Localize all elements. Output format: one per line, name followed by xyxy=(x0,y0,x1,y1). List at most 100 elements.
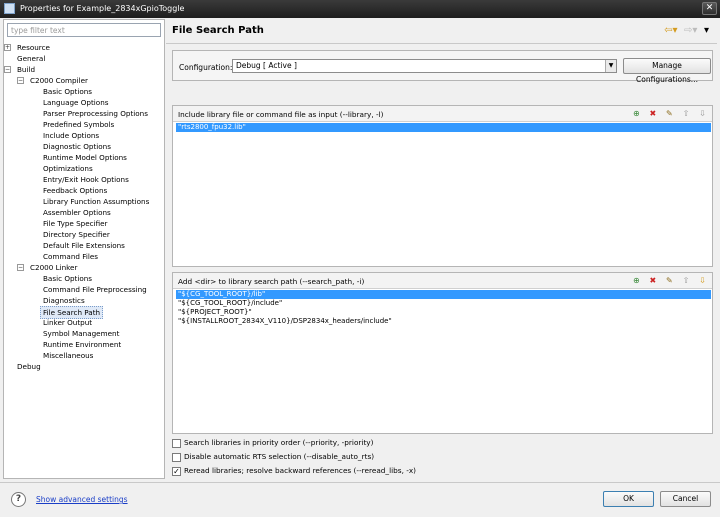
cancel-button[interactable]: Cancel xyxy=(660,491,711,507)
linker-options: Search libraries in priority order (--pr… xyxy=(172,437,416,479)
tree-item[interactable]: File Search Path xyxy=(4,306,164,319)
tree-item[interactable]: Directory Specifier xyxy=(4,229,164,240)
window-title: Properties for Example_2834xGpioToggle xyxy=(20,4,185,13)
header-divider xyxy=(166,43,717,44)
tree-item-label: Symbol Management xyxy=(43,329,120,338)
tree-item[interactable]: Diagnostics xyxy=(4,295,164,306)
tree-item[interactable]: Feedback Options xyxy=(4,185,164,196)
tree-item-label: Miscellaneous xyxy=(43,351,94,360)
list-item[interactable]: "${PROJECT_ROOT}" xyxy=(176,308,711,317)
reread-libs-checkbox-row[interactable]: ✓ Reread libraries; resolve backward refe… xyxy=(172,465,416,479)
tree-item[interactable]: Assembler Options xyxy=(4,207,164,218)
filter-input[interactable] xyxy=(7,23,161,37)
back-icon[interactable]: ⇦▾ xyxy=(664,25,677,36)
include-library-panel: Include library file or command file as … xyxy=(172,105,713,267)
edit-icon[interactable]: ✎ xyxy=(664,108,675,119)
tree-item[interactable]: + Resource xyxy=(4,42,164,53)
page-header: File Search Path ⇦▾ ⇨▾ ▾ xyxy=(166,19,717,43)
tree-item-label: Command File Preprocessing xyxy=(43,285,147,294)
tree-item-label: Default File Extensions xyxy=(43,241,125,250)
menu-icon[interactable]: ▾ xyxy=(704,25,709,36)
tree-item[interactable]: Include Options xyxy=(4,130,164,141)
configuration-label: Configuration: xyxy=(179,63,233,72)
tree-item[interactable]: Entry/Exit Hook Options xyxy=(4,174,164,185)
main-panel: File Search Path ⇦▾ ⇨▾ ▾ Configuration: … xyxy=(166,19,717,479)
forward-icon[interactable]: ⇨▾ xyxy=(684,25,697,36)
tree-item-label: C2000 Linker xyxy=(30,263,78,272)
tree-item[interactable]: File Type Specifier xyxy=(4,218,164,229)
dialog-footer: ? Show advanced settings OK Cancel xyxy=(0,482,720,517)
tree-item[interactable]: Debug xyxy=(4,361,164,372)
close-button[interactable]: ✕ xyxy=(702,2,717,15)
tree-item[interactable]: Command Files xyxy=(4,251,164,262)
tree-item-label: Linker Output xyxy=(43,318,93,327)
search-path-header: Add <dir> to library search path (--sear… xyxy=(173,273,712,289)
tree-item[interactable]: Command File Preprocessing xyxy=(4,284,164,295)
tree-item[interactable]: Default File Extensions xyxy=(4,240,164,251)
delete-icon[interactable]: ✖ xyxy=(647,108,658,119)
tree-item-label: Debug xyxy=(17,362,41,371)
list-item[interactable]: "${INSTALLROOT_2834X_V110}/DSP2834x_head… xyxy=(176,317,711,326)
tree-item[interactable]: − C2000 Linker xyxy=(4,262,164,273)
tree-item[interactable]: Optimizations xyxy=(4,163,164,174)
move-up-icon[interactable]: ⇧ xyxy=(680,108,691,119)
tree-item[interactable]: Library Function Assumptions xyxy=(4,196,164,207)
tree-item[interactable]: Runtime Model Options xyxy=(4,152,164,163)
tree-item[interactable]: Symbol Management xyxy=(4,328,164,339)
tree-item-label: Library Function Assumptions xyxy=(43,197,150,206)
sidebar: +ResourceGeneral−Build−C2000 CompilerBas… xyxy=(3,19,165,479)
search-path-toolbar: ⊕ ✖ ✎ ⇧ ⇩ xyxy=(628,275,708,286)
ok-button[interactable]: OK xyxy=(603,491,654,507)
tree-item-label: Language Options xyxy=(43,98,109,107)
tree-item-label: Assembler Options xyxy=(43,208,111,217)
include-library-header: Include library file or command file as … xyxy=(173,106,712,122)
tree-item[interactable]: Runtime Environment xyxy=(4,339,164,350)
expand-toggle-icon[interactable]: − xyxy=(17,77,24,84)
expand-toggle-icon[interactable]: − xyxy=(4,66,11,73)
add-icon[interactable]: ⊕ xyxy=(631,275,642,286)
chevron-down-icon[interactable]: ▼ xyxy=(605,60,616,72)
disable-auto-rts-checkbox[interactable] xyxy=(172,452,181,462)
tree-item[interactable]: Diagnostic Options xyxy=(4,141,164,152)
tree-item[interactable]: Predefined Symbols xyxy=(4,119,164,130)
tree-item[interactable]: Basic Options xyxy=(4,86,164,97)
tree-item-label: Command Files xyxy=(43,252,98,261)
tree-item[interactable]: − C2000 Compiler xyxy=(4,75,164,86)
tree-item[interactable]: Linker Output xyxy=(4,317,164,328)
priority-checkbox[interactable] xyxy=(172,438,181,448)
tree-item[interactable]: Basic Options xyxy=(4,273,164,284)
configuration-group: Configuration: Debug [ Active ] ▼ Manage… xyxy=(172,50,713,84)
list-item[interactable]: "${CG_TOOL_ROOT}/include" xyxy=(176,299,711,308)
tree-item[interactable]: General xyxy=(4,53,164,64)
list-item[interactable]: "rts2800_fpu32.lib" xyxy=(176,123,711,132)
page-title: File Search Path xyxy=(172,25,264,36)
tree-item-label: Directory Specifier xyxy=(43,230,110,239)
configuration-select[interactable]: Debug [ Active ] ▼ xyxy=(232,59,617,73)
disable-auto-rts-checkbox-row[interactable]: Disable automatic RTS selection (--disab… xyxy=(172,451,416,465)
tree-item[interactable]: Miscellaneous xyxy=(4,350,164,361)
search-path-title: Add <dir> to library search path (--sear… xyxy=(178,277,365,286)
tree-item-label: Include Options xyxy=(43,131,100,140)
priority-checkbox-row[interactable]: Search libraries in priority order (--pr… xyxy=(172,437,416,451)
tree-item-label: Build xyxy=(17,65,36,74)
tree-item-label: Runtime Environment xyxy=(43,340,122,349)
reread-libs-checkbox[interactable]: ✓ xyxy=(172,466,181,476)
move-up-icon[interactable]: ⇧ xyxy=(680,275,691,286)
move-down-icon[interactable]: ⇩ xyxy=(697,108,708,119)
move-down-icon[interactable]: ⇩ xyxy=(697,275,708,286)
tree-item-label: C2000 Compiler xyxy=(30,76,88,85)
tree-item[interactable]: − Build xyxy=(4,64,164,75)
expand-toggle-icon[interactable]: − xyxy=(17,264,24,271)
tree-item[interactable]: Language Options xyxy=(4,97,164,108)
tree-item[interactable]: Parser Preprocessing Options xyxy=(4,108,164,119)
help-icon[interactable]: ? xyxy=(11,492,26,507)
add-icon[interactable]: ⊕ xyxy=(631,108,642,119)
manage-configurations-button[interactable]: Manage Configurations... xyxy=(623,58,711,84)
delete-icon[interactable]: ✖ xyxy=(647,275,658,286)
show-advanced-settings-link[interactable]: Show advanced settings xyxy=(36,495,128,504)
expand-toggle-icon[interactable]: + xyxy=(4,44,11,51)
search-path-list: "${CG_TOOL_ROOT}/lib" "${CG_TOOL_ROOT}/i… xyxy=(176,290,711,326)
list-item[interactable]: "${CG_TOOL_ROOT}/lib" xyxy=(176,290,711,299)
edit-icon[interactable]: ✎ xyxy=(664,275,675,286)
priority-label: Search libraries in priority order (--pr… xyxy=(184,438,374,447)
